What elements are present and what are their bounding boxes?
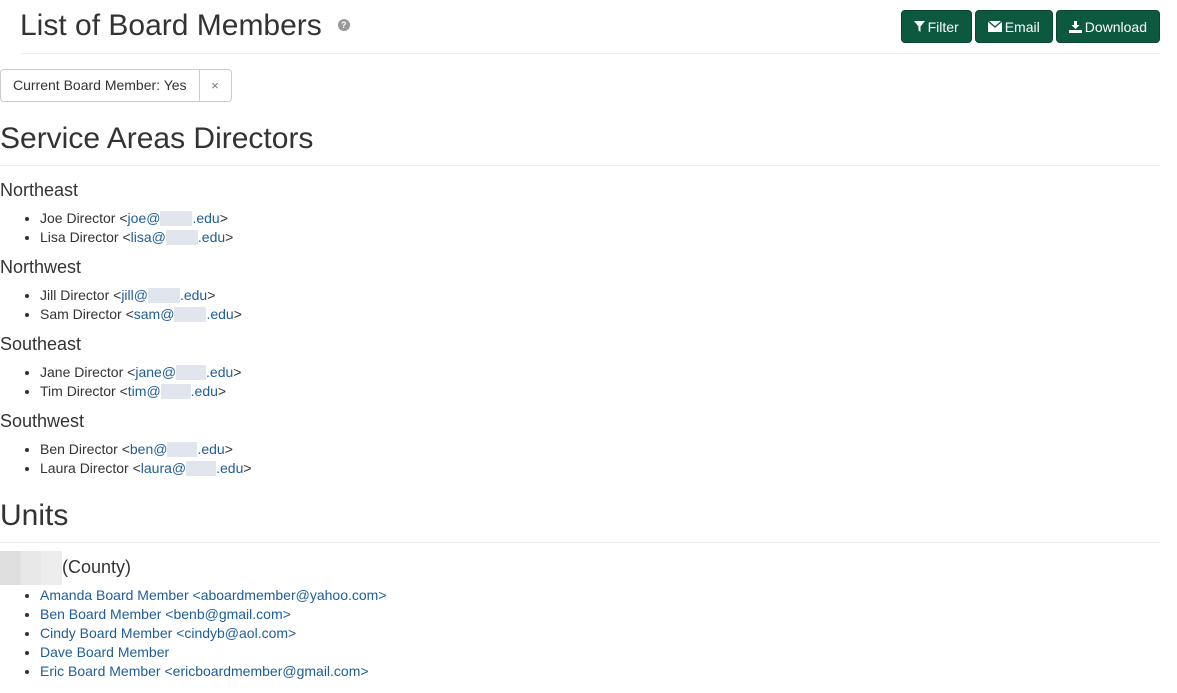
email-link[interactable]: tim@ .edu [128,383,218,399]
question-circle-icon[interactable]: ? [337,19,350,32]
email-link[interactable]: jane@ .edu [135,364,233,380]
region-member-list: Joe Director <joe@.edu> Lisa Director <l… [0,209,233,247]
member-link[interactable]: Eric Board Member <ericboardmember@gmail… [40,663,369,679]
region-member-list: Jill Director <jill@.edu> Sam Director <… [0,286,242,324]
member-name: Tim Director [40,383,116,399]
divider [0,542,1160,543]
list-item: Jane Director <jane@.edu> [40,363,241,382]
member-link[interactable]: Dave Board Member [40,644,169,660]
list-item: Lisa Director <lisa@.edu> [40,228,233,247]
redacted-domain [160,383,191,399]
filter-button-label: Filter [927,18,959,35]
list-item: Cindy Board Member <cindyb@aol.com> [40,624,387,643]
divider [0,165,1160,166]
member-name: Sam Director [40,306,122,322]
redacted-domain [186,460,217,476]
active-filter-chip: Current Board Member: Yes × [0,69,232,102]
email-link[interactable]: laura@ .edu [141,460,244,476]
download-icon [1068,20,1082,33]
redacted-domain [147,287,180,303]
list-item: Sam Director <sam@.edu> [40,305,242,324]
download-button-label: Download [1084,18,1147,35]
email-button[interactable]: Email [974,10,1053,43]
member-link[interactable]: Ben Board Member <benb@gmail.com> [40,606,291,622]
member-name: Jane Director [40,364,124,380]
email-link[interactable]: joe@ .edu [128,210,220,226]
member-name: Lisa Director [40,229,119,245]
page-title-text: List of Board Members [20,9,322,42]
page: List of Board Members? Filter Email Down… [0,0,1177,679]
member-link[interactable]: Amanda Board Member <aboardmember@yahoo.… [40,587,387,603]
list-item: Dave Board Member [40,643,387,662]
filter-button[interactable]: Filter [900,10,972,43]
redacted-domain [174,306,207,322]
unit-member-list: Amanda Board Member <aboardmember@yahoo.… [0,586,387,681]
remove-filter-button[interactable]: × [198,70,231,101]
member-name: Laura Director [40,460,129,476]
active-filter-label: Current Board Member: Yes [13,77,187,93]
page-title: List of Board Members? [20,8,350,44]
redacted-unit-name [0,551,62,586]
member-name: Joe Director [40,210,116,226]
list-item: Tim Director <tim@.edu> [40,382,241,401]
region-title: Southeast [0,334,82,354]
page-header: List of Board Members? Filter Email Down… [20,0,1160,54]
list-item: Jill Director <jill@.edu> [40,286,242,305]
email-link[interactable]: ben@ .edu [130,441,225,457]
list-item: Ben Board Member <benb@gmail.com> [40,605,387,624]
redacted-domain [160,210,193,226]
download-button[interactable]: Download [1055,10,1160,43]
list-item: Laura Director <laura@.edu> [40,459,252,478]
redacted-domain [176,364,207,380]
member-link[interactable]: Cindy Board Member <cindyb@aol.com> [40,625,296,641]
region-member-list: Jane Director <jane@.edu> Tim Director <… [0,363,241,401]
region-title: Northwest [0,257,82,277]
toolbar: Filter Email Download [900,10,1160,43]
service-areas-title: Service Areas Directors [0,122,314,155]
filter-icon [913,21,925,32]
list-item: Ben Director <ben@.edu> [40,440,252,459]
unit-suffix: (County) [62,557,132,577]
member-name: Jill Director [40,287,110,303]
redacted-domain [167,441,198,457]
list-item: Amanda Board Member <aboardmember@yahoo.… [40,586,387,605]
email-link[interactable]: sam@ .edu [134,306,234,322]
region-member-list: Ben Director <ben@.edu> Laura Director <… [0,440,252,478]
redacted-domain [165,229,198,245]
email-button-label: Email [1004,18,1040,35]
email-link[interactable]: jill@ .edu [121,287,207,303]
envelope-icon [987,21,1002,32]
list-item: Eric Board Member <ericboardmember@gmail… [40,662,387,681]
units-title: Units [0,499,69,532]
region-title: Northeast [0,180,79,200]
member-name: Ben Director [40,441,118,457]
list-item: Joe Director <joe@.edu> [40,209,233,228]
region-title: Southwest [0,411,85,431]
email-link[interactable]: lisa@ .edu [131,229,225,245]
unit-title: (County) [0,549,132,586]
